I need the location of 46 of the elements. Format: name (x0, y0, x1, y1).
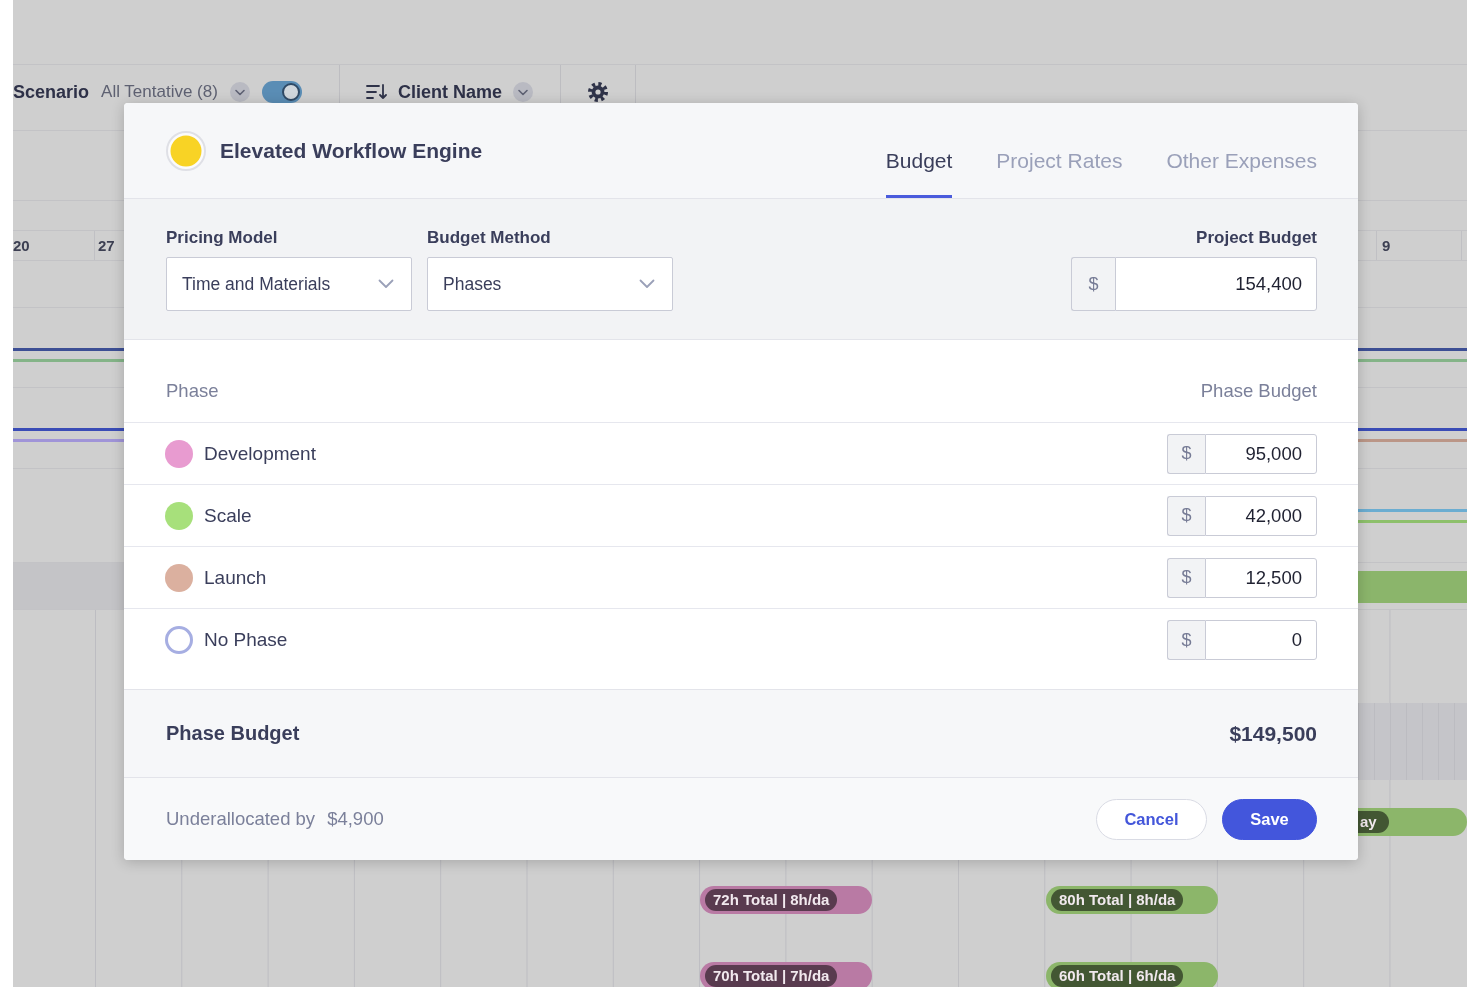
phase-budget-input[interactable]: 95,000 (1205, 433, 1317, 474)
sort-icon[interactable] (365, 84, 387, 100)
save-button[interactable]: Save (1222, 798, 1317, 840)
field-label: Project Budget (1196, 227, 1317, 249)
date-label: 27 (98, 237, 115, 254)
currency-prefix: $ (1167, 495, 1205, 536)
scenario-label: Scenario (13, 82, 90, 102)
project-title: Elevated Workflow Engine (220, 138, 483, 163)
project-budget-input[interactable]: 154,400 (1115, 257, 1317, 311)
field-label: Budget Method (427, 227, 552, 249)
cancel-button[interactable]: Cancel (1096, 798, 1207, 840)
budget-method-select[interactable]: Phases (427, 257, 673, 311)
currency-prefix: $ (1071, 257, 1115, 311)
phase-name: No Phase (204, 629, 288, 651)
phase-name: Scale (204, 504, 252, 527)
field-label: Pricing Model (166, 227, 279, 249)
chevron-down-icon (639, 279, 655, 289)
phase-name: Launch (204, 566, 267, 589)
phase-budget-input[interactable]: 12,500 (1205, 557, 1317, 598)
phase-budget-input[interactable]: 0 (1205, 620, 1317, 660)
sort-label[interactable]: Client Name (397, 82, 502, 102)
scenario-filter[interactable]: All Tentative (8) (101, 82, 218, 102)
status-value: $4,900 (327, 808, 384, 830)
status-label: Underallocated by (166, 808, 316, 830)
column-header: Phase (166, 379, 219, 403)
date-label: 20 (13, 237, 30, 254)
bar-label: 70h Total | 7h/da (705, 965, 838, 987)
chevron-down-icon (378, 279, 394, 289)
chevron-down-icon[interactable] (512, 82, 533, 102)
settings-icon[interactable] (586, 81, 609, 103)
currency-prefix: $ (1167, 557, 1205, 598)
pricing-model-select[interactable]: Time and Materials (166, 257, 412, 311)
bar-label: ay (1358, 811, 1389, 833)
toggle-switch[interactable] (261, 81, 302, 103)
total-label: Phase Budget (166, 722, 300, 745)
bar-label: 60h Total | 6h/da (1051, 965, 1184, 987)
phase-name: Development (204, 442, 316, 465)
column-header: Phase Budget (1200, 379, 1317, 403)
currency-prefix: $ (1167, 433, 1205, 474)
phase-budget-input[interactable]: 42,000 (1205, 495, 1317, 536)
currency-prefix: $ (1167, 620, 1205, 660)
chevron-down-icon[interactable] (229, 82, 250, 102)
date-label: 9 (1382, 237, 1391, 254)
bar-label: 80h Total | 8h/da (1051, 889, 1184, 911)
total-value: $149,500 (1229, 721, 1317, 746)
bar-label: 72h Total | 8h/da (705, 889, 838, 911)
